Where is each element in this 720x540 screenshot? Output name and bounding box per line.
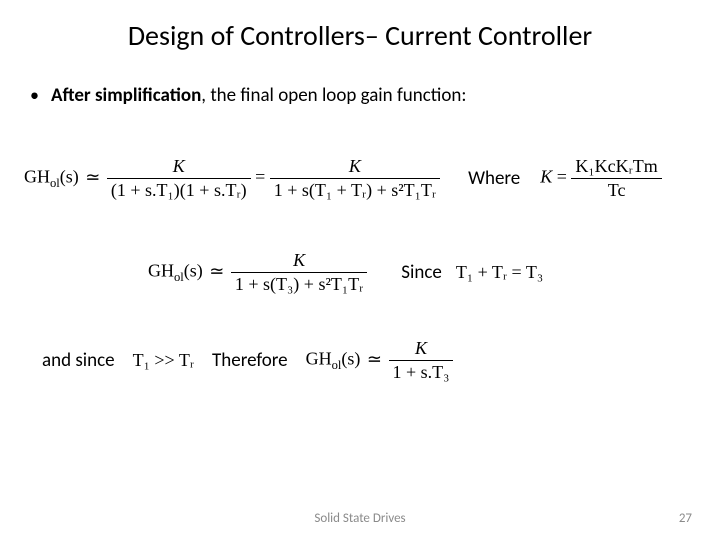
ghol-eq2: GHol(s) ≃ K 1 + s(T₃) + s²T₁Tᵣ (148, 250, 367, 295)
bullet-text: After simplification, the final open loo… (51, 84, 466, 107)
where-label: Where (468, 167, 520, 190)
equation-row-1: GHol(s) ≃ K (1 + s.T₁)(1 + s.Tᵣ) = K 1 +… (24, 156, 662, 201)
bullet-item: • After simplification, the final open l… (30, 84, 466, 107)
and-since-label: and since (42, 349, 115, 372)
t3-definition: T₁ + Tᵣ = T₃ (456, 262, 543, 283)
footer-text: Solid State Drives (0, 511, 720, 526)
ghol-eq1: GHol(s) ≃ K (1 + s.T₁)(1 + s.Tᵣ) = K 1 +… (24, 156, 440, 201)
since-label: Since (401, 261, 442, 284)
page-number: 27 (679, 511, 692, 526)
ghol-eq3: GHol(s) ≃ K 1 + s.T₃ (306, 338, 454, 383)
slide-title: Design of Controllers– Current Controlle… (0, 18, 720, 53)
t1-gg-tr: T₁ >> Tᵣ (133, 350, 194, 371)
bullet-dot-icon: • (30, 86, 39, 104)
k-definition: K = K₁KcKᵣTm Tc (540, 156, 662, 201)
equation-row-2: GHol(s) ≃ K 1 + s(T₃) + s²T₁Tᵣ Since T₁ … (148, 250, 543, 295)
therefore-label: Therefore (212, 349, 288, 372)
equation-row-3: and since T₁ >> Tᵣ Therefore GHol(s) ≃ K… (42, 338, 453, 383)
